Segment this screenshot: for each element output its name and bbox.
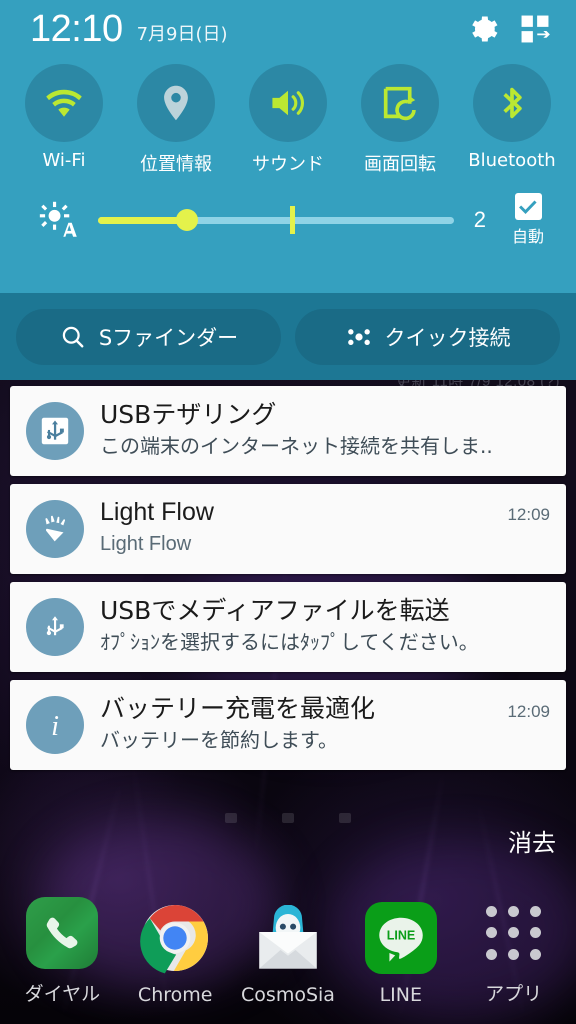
status-clock: 12:10 [30,8,123,50]
dock: ダイヤル Chrome CosmoSia LINE LINE アプリ [0,896,576,1006]
notification-time: 12:09 [507,702,550,721]
dock-item-chrome[interactable]: Chrome [119,901,232,1006]
notification-time: 12:09 [507,505,550,524]
chrome-app-icon[interactable] [138,901,212,975]
sound-volume-icon [272,90,305,116]
quick-toggle-row: Wi-Fi 位置情報 サウンド 画面回転 Bluetooth [0,58,576,176]
notification-text: ｵﾌﾟｼｮﾝを選択するにはﾀｯﾌﾟしてください。 [100,629,479,654]
dock-item-cosmosia[interactable]: CosmoSia [232,901,345,1006]
check-icon [519,200,537,214]
usb-transfer-icon [26,598,84,656]
toggle-wifi[interactable]: Wi-Fi [8,64,120,176]
toggle-sound-circle[interactable] [249,64,327,142]
clear-notifications-button[interactable]: 消去 [508,823,556,858]
notification-title: USBテザリング [100,400,277,429]
notification-title: USBでメディアファイルを転送 [100,596,450,625]
notification-text: バッテリーを節約します。 [100,727,338,752]
toggle-location-label: 位置情報 [140,154,212,175]
notification-text: この端末のインターネット接続を共有しま.. [100,433,493,458]
dock-label-cosmosia: CosmoSia [241,984,335,1006]
quick-connect-icon [347,328,370,345]
quick-settings-header: 12:10 7月9日(日) [0,0,576,58]
dock-item-dialer[interactable]: ダイヤル [6,896,119,1006]
notification-item-battery-optimize[interactable]: i バッテリー充電を最適化 12:09 バッテリーを節約します。 [10,680,566,770]
notification-list: USBテザリング この端末のインターネット接続を共有しま.. Light Flo… [10,386,566,778]
brightness-row: 2 自動 [0,182,576,258]
dock-item-line[interactable]: LINE LINE [344,901,457,1006]
notification-text: Light Flow [100,532,192,555]
notification-item-light-flow[interactable]: Light Flow 12:09 Light Flow [10,484,566,574]
toggle-screen-rotation-label: 画面回転 [364,154,436,175]
usb-tethering-icon [26,402,84,460]
home-page-indicator [0,813,576,823]
apps-drawer-icon[interactable] [477,896,551,970]
notification-item-usb-tethering[interactable]: USBテザリング この端末のインターネット接続を共有しま.. [10,386,566,476]
status-date: 7月9日(日) [136,24,228,45]
auto-brightness-label: 自動 [511,227,544,246]
notification-title: バッテリー充電を最適化 [100,694,376,723]
toggle-wifi-label: Wi-Fi [42,150,86,171]
s-finder-button[interactable]: Sファインダー [16,308,281,365]
toggle-location[interactable]: 位置情報 [120,64,232,176]
bluetooth-icon [503,87,522,119]
toggle-bluetooth-circle[interactable] [473,64,551,142]
wifi-icon [46,89,82,117]
dock-label-dialer: ダイヤル [24,983,101,1005]
brightness-value: 2 [473,207,486,232]
brightness-slider[interactable] [98,200,454,240]
line-icon: LINE [364,902,437,974]
dock-label-apps: アプリ [485,983,543,1005]
cosmosia-app-icon[interactable] [251,901,325,975]
svg-text:i: i [51,711,59,742]
toggle-sound-label: サウンド [252,154,324,175]
toggle-sound[interactable]: サウンド [232,64,344,176]
apps-grid-icon [485,904,543,962]
gear-icon[interactable] [460,6,506,52]
auto-brightness-checkbox[interactable] [514,193,542,220]
phone-icon [26,897,99,969]
quick-connect-label: クイック接続 [384,325,511,350]
cosmosia-mail-icon [259,905,317,969]
auto-brightness-icon [34,197,80,243]
clear-notifications-row: 消去 [508,823,556,858]
search-icon [62,326,84,347]
svg-text:LINE: LINE [386,928,415,942]
toggle-screen-rotation[interactable]: 画面回転 [344,64,456,176]
light-flow-icon [26,500,84,558]
android-home-screen: 更新 11時 7/9 12:08 (?) 12:10 7月9日(日) Wi-Fi… [0,0,576,1024]
brightness-slider-tick [290,206,296,234]
quick-actions-bar: Sファインダー クイック接続 [0,293,576,380]
quick-connect-button[interactable]: クイック接続 [295,308,560,365]
auto-brightness-checkbox-group[interactable]: 自動 [500,193,556,247]
quick-settings-edit-icon[interactable] [512,6,558,52]
toggle-bluetooth-label: Bluetooth [468,150,556,171]
dock-label-line: LINE [379,984,422,1006]
chrome-icon [140,905,209,974]
notification-body: バッテリー充電を最適化 12:09 バッテリーを節約します。 [100,694,550,752]
notification-body: Light Flow 12:09 Light Flow [100,498,550,556]
location-pin-icon [164,85,188,121]
phone-app-icon[interactable] [25,896,99,970]
s-finder-label: Sファインダー [98,325,239,350]
screen-rotation-icon [383,86,416,121]
notification-title: Light Flow [100,498,214,526]
toggle-location-circle[interactable] [137,64,215,142]
dock-item-apps[interactable]: アプリ [457,896,570,1006]
toggle-bluetooth[interactable]: Bluetooth [456,64,568,176]
notification-body: USBテザリング この端末のインターネット接続を共有しま.. [100,400,550,458]
brightness-slider-fill [98,216,187,224]
notification-item-usb-transfer[interactable]: USBでメディアファイルを転送 ｵﾌﾟｼｮﾝを選択するにはﾀｯﾌﾟしてください。 [10,582,566,672]
info-icon: i [26,696,84,754]
quick-settings-panel: 12:10 7月9日(日) Wi-Fi 位置情報 サウンド 画面回転 Bluet… [0,0,576,293]
toggle-wifi-circle[interactable] [25,64,103,142]
toggle-screen-rotation-circle[interactable] [361,64,439,142]
notification-body: USBでメディアファイルを転送 ｵﾌﾟｼｮﾝを選択するにはﾀｯﾌﾟしてください。 [100,596,550,654]
brightness-slider-thumb[interactable] [176,209,198,231]
line-app-icon[interactable]: LINE [364,901,438,975]
dock-label-chrome: Chrome [137,984,213,1006]
